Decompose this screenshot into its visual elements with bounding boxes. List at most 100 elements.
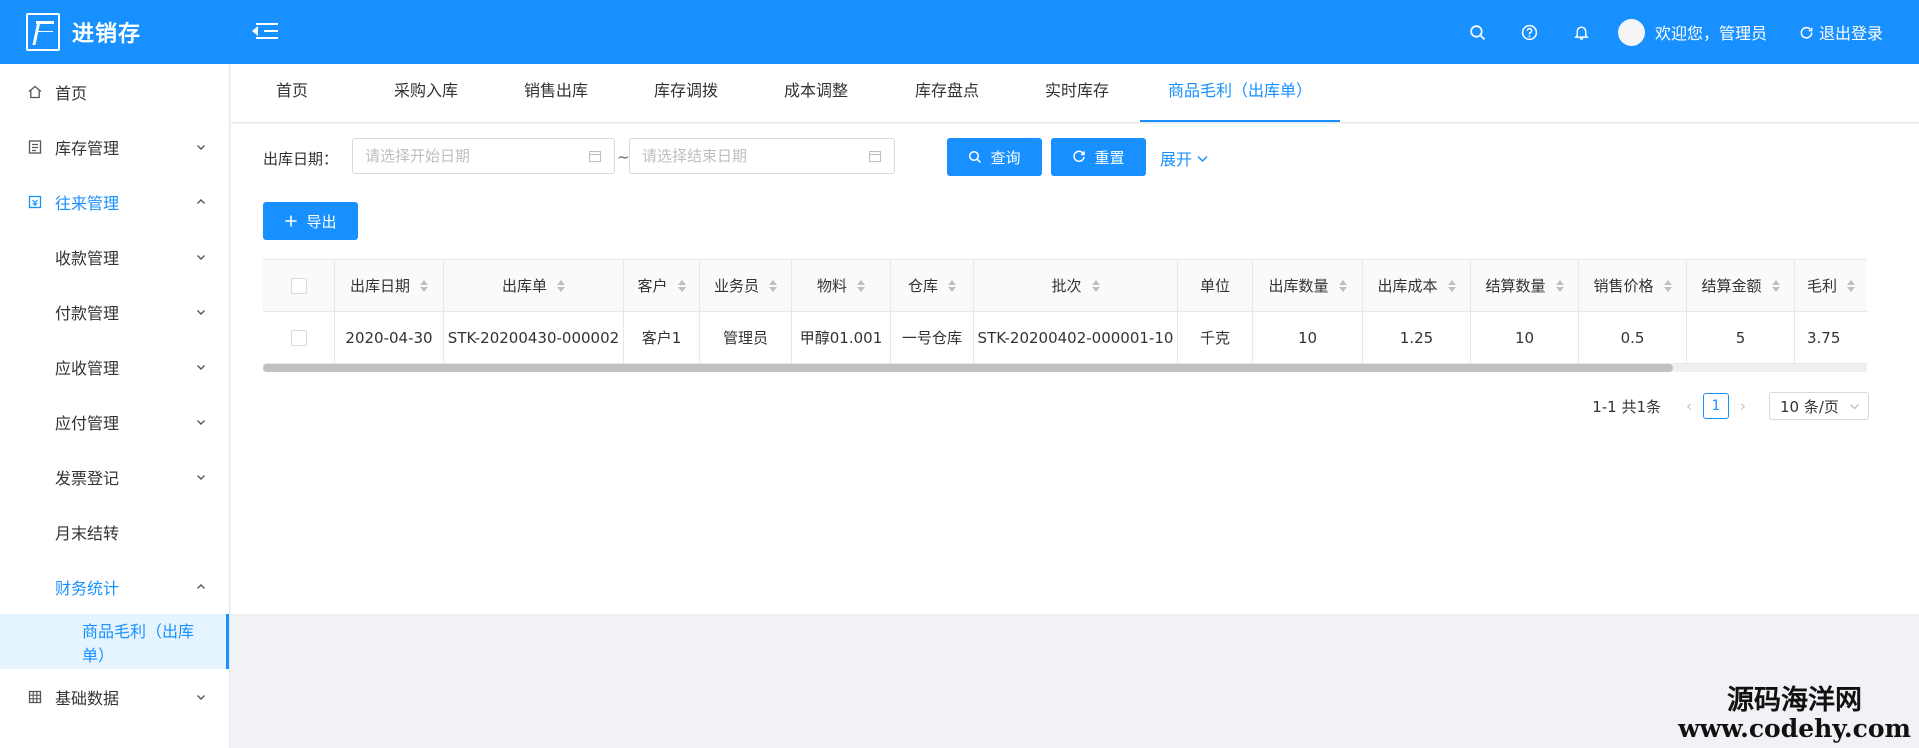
column-header[interactable]: 出库成本 (1363, 260, 1471, 311)
reset-label: 重置 (1094, 148, 1125, 167)
column-header-label: 销售价格 (1593, 277, 1654, 295)
column-header[interactable]: 物料 (792, 260, 891, 311)
row-checkbox[interactable] (290, 329, 307, 346)
table-cell: 千克 (1178, 312, 1253, 363)
column-header[interactable]: 业务员 (700, 260, 792, 311)
pagination-summary: 1-1 共1条 (1592, 397, 1661, 416)
start-date-placeholder: 请选择开始日期 (365, 147, 471, 165)
main-content: 出库日期： 请选择开始日期 ~ 请选择结束日期 查询 重置 展开 导出 出库日期… (231, 124, 1919, 614)
table-cell: 0.5 (1579, 312, 1687, 363)
page-number[interactable]: 1 (1703, 393, 1729, 419)
sidebar-item-receipts[interactable]: 收款管理 (0, 229, 229, 284)
column-header[interactable]: 仓库 (891, 260, 974, 311)
horizontal-scrollbar[interactable] (263, 364, 1867, 372)
sidebar-item-label: 应付管理 (55, 413, 120, 433)
chevron-down-icon (195, 141, 207, 153)
table-cell: 甲醇01.001 (792, 312, 891, 363)
column-header-label: 仓库 (907, 277, 938, 295)
export-label: 导出 (306, 212, 337, 231)
chevron-down-icon (195, 471, 207, 483)
page-size-select[interactable]: 10 条/页 (1769, 392, 1869, 420)
table-cell: 10 (1253, 312, 1363, 363)
user-menu[interactable]: 欢迎您，管理员 (1617, 18, 1767, 46)
table-cell: 客户1 (624, 312, 700, 363)
bell-icon[interactable] (1556, 0, 1608, 64)
column-header-label: 单位 (1199, 277, 1230, 295)
tab-sales-out[interactable]: 销售出库 (501, 64, 611, 122)
avatar (1617, 18, 1645, 46)
column-header-label: 物料 (816, 277, 847, 295)
page-size-label: 10 条/页 (1780, 397, 1839, 416)
prev-page-icon[interactable]: ‹ (1675, 392, 1703, 420)
column-header[interactable]: 销售价格 (1579, 260, 1687, 311)
sidebar-item-inventory[interactable]: 库存管理 (0, 119, 229, 174)
export-button[interactable]: 导出 (263, 202, 358, 240)
column-header-label: 客户 (637, 277, 668, 295)
sidebar-item-month-end[interactable]: 月末结转 (0, 504, 229, 559)
next-page-icon[interactable]: › (1729, 392, 1757, 420)
column-header[interactable]: 出库数量 (1253, 260, 1363, 311)
sidebar-item-finance-stats[interactable]: 财务统计 (0, 559, 229, 614)
expand-toggle[interactable]: 展开 (1160, 146, 1209, 170)
app-title: 进销存 (72, 22, 142, 47)
column-header[interactable]: 批次 (974, 260, 1178, 311)
reset-button[interactable]: 重置 (1051, 138, 1146, 176)
column-header[interactable]: 出库日期 (335, 260, 444, 311)
tab-purchase-in[interactable]: 采购入库 (371, 64, 481, 122)
column-header[interactable]: 客户 (624, 260, 700, 311)
select-all-checkbox[interactable] (290, 277, 307, 294)
tab-transfer[interactable]: 库存调拨 (631, 64, 741, 122)
end-date-input[interactable]: 请选择结束日期 (629, 138, 895, 174)
start-date-input[interactable]: 请选择开始日期 (352, 138, 615, 174)
table-header: 出库日期 出库单 客户 业务员 物料 仓库 批次 单位 出库数量 出库成本 结算… (263, 260, 1867, 312)
sidebar-item-label: 首页 (55, 83, 88, 103)
chevron-down-icon (195, 251, 207, 263)
reload-icon (1073, 150, 1086, 163)
watermark-line1: 源码海洋网 (1727, 685, 1863, 717)
logout-label: 退出登录 (1818, 24, 1883, 43)
sidebar-item-accounts[interactable]: 往来管理 (0, 174, 229, 229)
menu-collapse-icon[interactable] (252, 21, 278, 43)
column-header[interactable]: 结算金额 (1687, 260, 1795, 311)
sidebar-item-home[interactable]: 首页 (0, 64, 229, 119)
sidebar-item-label: 基础数据 (55, 688, 120, 708)
sidebar-item-gross-profit[interactable]: 商品毛利（出库单） (0, 614, 229, 669)
sidebar-item-invoices[interactable]: 发票登记 (0, 449, 229, 504)
query-button[interactable]: 查询 (947, 138, 1042, 176)
sidebar-item-label: 财务统计 (55, 578, 120, 598)
tab-stocktake[interactable]: 库存盘点 (892, 64, 1002, 122)
sidebar-item-receivables[interactable]: 应收管理 (0, 339, 229, 394)
column-header-label: 出库日期 (349, 277, 410, 295)
column-header[interactable]: 结算数量 (1471, 260, 1579, 311)
sort-icon (1847, 279, 1856, 293)
header-checkbox-cell (263, 260, 335, 311)
search-icon (969, 150, 982, 164)
logout-button[interactable]: 退出登录 (1799, 20, 1883, 44)
logo-icon (26, 13, 60, 51)
chevron-down-icon (195, 306, 207, 318)
table-row[interactable]: 2020-04-30 STK-20200430-000002 客户1 管理员 甲… (263, 312, 1867, 364)
sidebar-item-payments[interactable]: 付款管理 (0, 284, 229, 339)
tab-cost-adjust[interactable]: 成本调整 (761, 64, 871, 122)
help-icon[interactable] (1504, 0, 1556, 64)
column-header[interactable]: 毛利 (1795, 260, 1867, 311)
sort-icon (1091, 279, 1100, 293)
tab-gross-profit[interactable]: 商品毛利（出库单） (1140, 64, 1340, 122)
profit-table: 出库日期 出库单 客户 业务员 物料 仓库 批次 单位 出库数量 出库成本 结算… (263, 259, 1867, 364)
tab-realtime-stock[interactable]: 实时库存 (1022, 64, 1132, 122)
sort-icon (1555, 279, 1564, 293)
table-cell: 管理员 (700, 312, 792, 363)
sidebar-item-basic-data[interactable]: 基础数据 (0, 669, 229, 724)
tab-home[interactable]: 首页 (257, 64, 327, 122)
chevron-down-icon (1197, 155, 1208, 162)
column-header[interactable]: 出库单 (444, 260, 624, 311)
scrollbar-thumb[interactable] (263, 364, 1673, 372)
table-cell: 1.25 (1363, 312, 1471, 363)
sort-icon (1771, 279, 1780, 293)
end-date-placeholder: 请选择结束日期 (642, 147, 748, 165)
logo: 进销存 (0, 0, 230, 64)
sidebar-item-payables[interactable]: 应付管理 (0, 394, 229, 449)
sidebar-item-label: 收款管理 (55, 248, 120, 268)
row-checkbox-cell (263, 312, 335, 363)
search-icon[interactable] (1452, 0, 1504, 64)
